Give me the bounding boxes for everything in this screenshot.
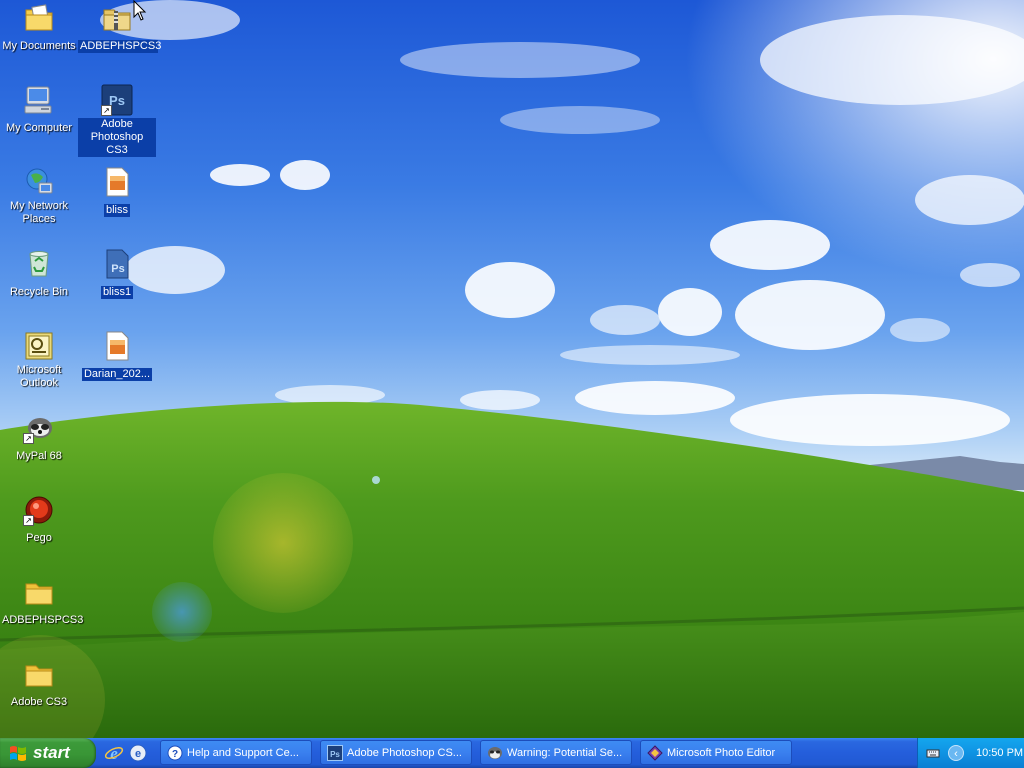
mouse-cursor-icon (133, 0, 147, 21)
clock[interactable]: 10:50 PM (976, 747, 1023, 759)
start-button[interactable]: start (0, 738, 96, 768)
taskbar-button-warning[interactable]: Warning: Potential Se... (480, 740, 632, 765)
system-tray: ‹ 10:50 PM (917, 738, 1024, 768)
network-places-icon (23, 166, 55, 198)
svg-text:Ps: Ps (330, 750, 340, 759)
image-file-icon (101, 330, 133, 362)
recycle-bin-icon (23, 248, 55, 280)
taskbar-button-adobe-photoshop[interactable]: Ps Adobe Photoshop CS... (320, 740, 472, 765)
desktop-icon-bliss1[interactable]: Ps bliss1 (78, 248, 156, 300)
desktop-icon-my-network-places[interactable]: My Network Places (0, 166, 78, 227)
psd-file-icon: Ps (101, 248, 133, 280)
photoshop-icon: Ps (327, 744, 343, 761)
mypal-icon (487, 745, 503, 761)
taskbar: start e e ? Help and Support Ce... Ps Ad… (0, 738, 1024, 768)
photoshop-icon: Ps ↗ (101, 84, 133, 116)
quick-launch: e e (104, 743, 148, 763)
desktop-icon-bliss[interactable]: bliss (78, 166, 156, 218)
shortcut-arrow-icon: ↗ (23, 433, 34, 444)
my-computer-icon (23, 84, 55, 116)
shortcut-arrow-icon: ↗ (23, 515, 34, 526)
pego-icon: ↗ (23, 494, 55, 526)
svg-text:Ps: Ps (111, 263, 124, 275)
start-label: start (33, 743, 70, 762)
desktop-icon-adbephspcs3-folder[interactable]: ADBEPHSPCS3 (0, 576, 83, 628)
desktop-icon-my-documents[interactable]: My Documents (0, 2, 78, 54)
my-documents-icon (23, 2, 55, 34)
help-icon: ? (167, 745, 183, 761)
image-file-icon (101, 166, 133, 198)
shortcut-arrow-icon: ↗ (101, 105, 112, 116)
desktop-icon-mypal[interactable]: ↗ MyPal 68 (0, 412, 78, 464)
desktop-icon-darian[interactable]: Darian_202... (78, 330, 156, 382)
chevron-left-icon[interactable]: ‹ (948, 745, 964, 761)
internet-explorer-icon[interactable]: e (104, 743, 124, 763)
mypal-icon: ↗ (23, 412, 55, 444)
keyboard-icon[interactable] (926, 746, 940, 760)
photo-editor-icon (647, 744, 663, 761)
folder-icon (23, 658, 55, 690)
folder-icon (23, 576, 55, 608)
desktop-icon-adobe-photoshop-cs3[interactable]: Ps ↗ Adobe Photoshop CS3 (78, 84, 156, 158)
taskbar-button-help-and-support[interactable]: ? Help and Support Ce... (160, 740, 312, 765)
desktop-icon-pego[interactable]: ↗ Pego (0, 494, 78, 546)
taskbar-button-microsoft-photo-editor[interactable]: Microsoft Photo Editor (640, 740, 792, 765)
windows-flag-icon (9, 744, 27, 762)
svg-text:?: ? (172, 749, 178, 760)
zip-folder-icon (101, 2, 133, 34)
svg-text:e: e (135, 748, 141, 760)
svg-text:e: e (110, 744, 118, 763)
outlook-icon (23, 330, 55, 362)
show-desktop-icon[interactable]: e (128, 743, 148, 763)
desktop-icon-my-computer[interactable]: My Computer (0, 84, 78, 136)
desktop-icon-microsoft-outlook[interactable]: Microsoft Outlook (0, 330, 78, 391)
desktop-icon-adobe-cs3[interactable]: Adobe CS3 (0, 658, 78, 710)
desktop-icon-recycle-bin[interactable]: Recycle Bin (0, 248, 78, 300)
